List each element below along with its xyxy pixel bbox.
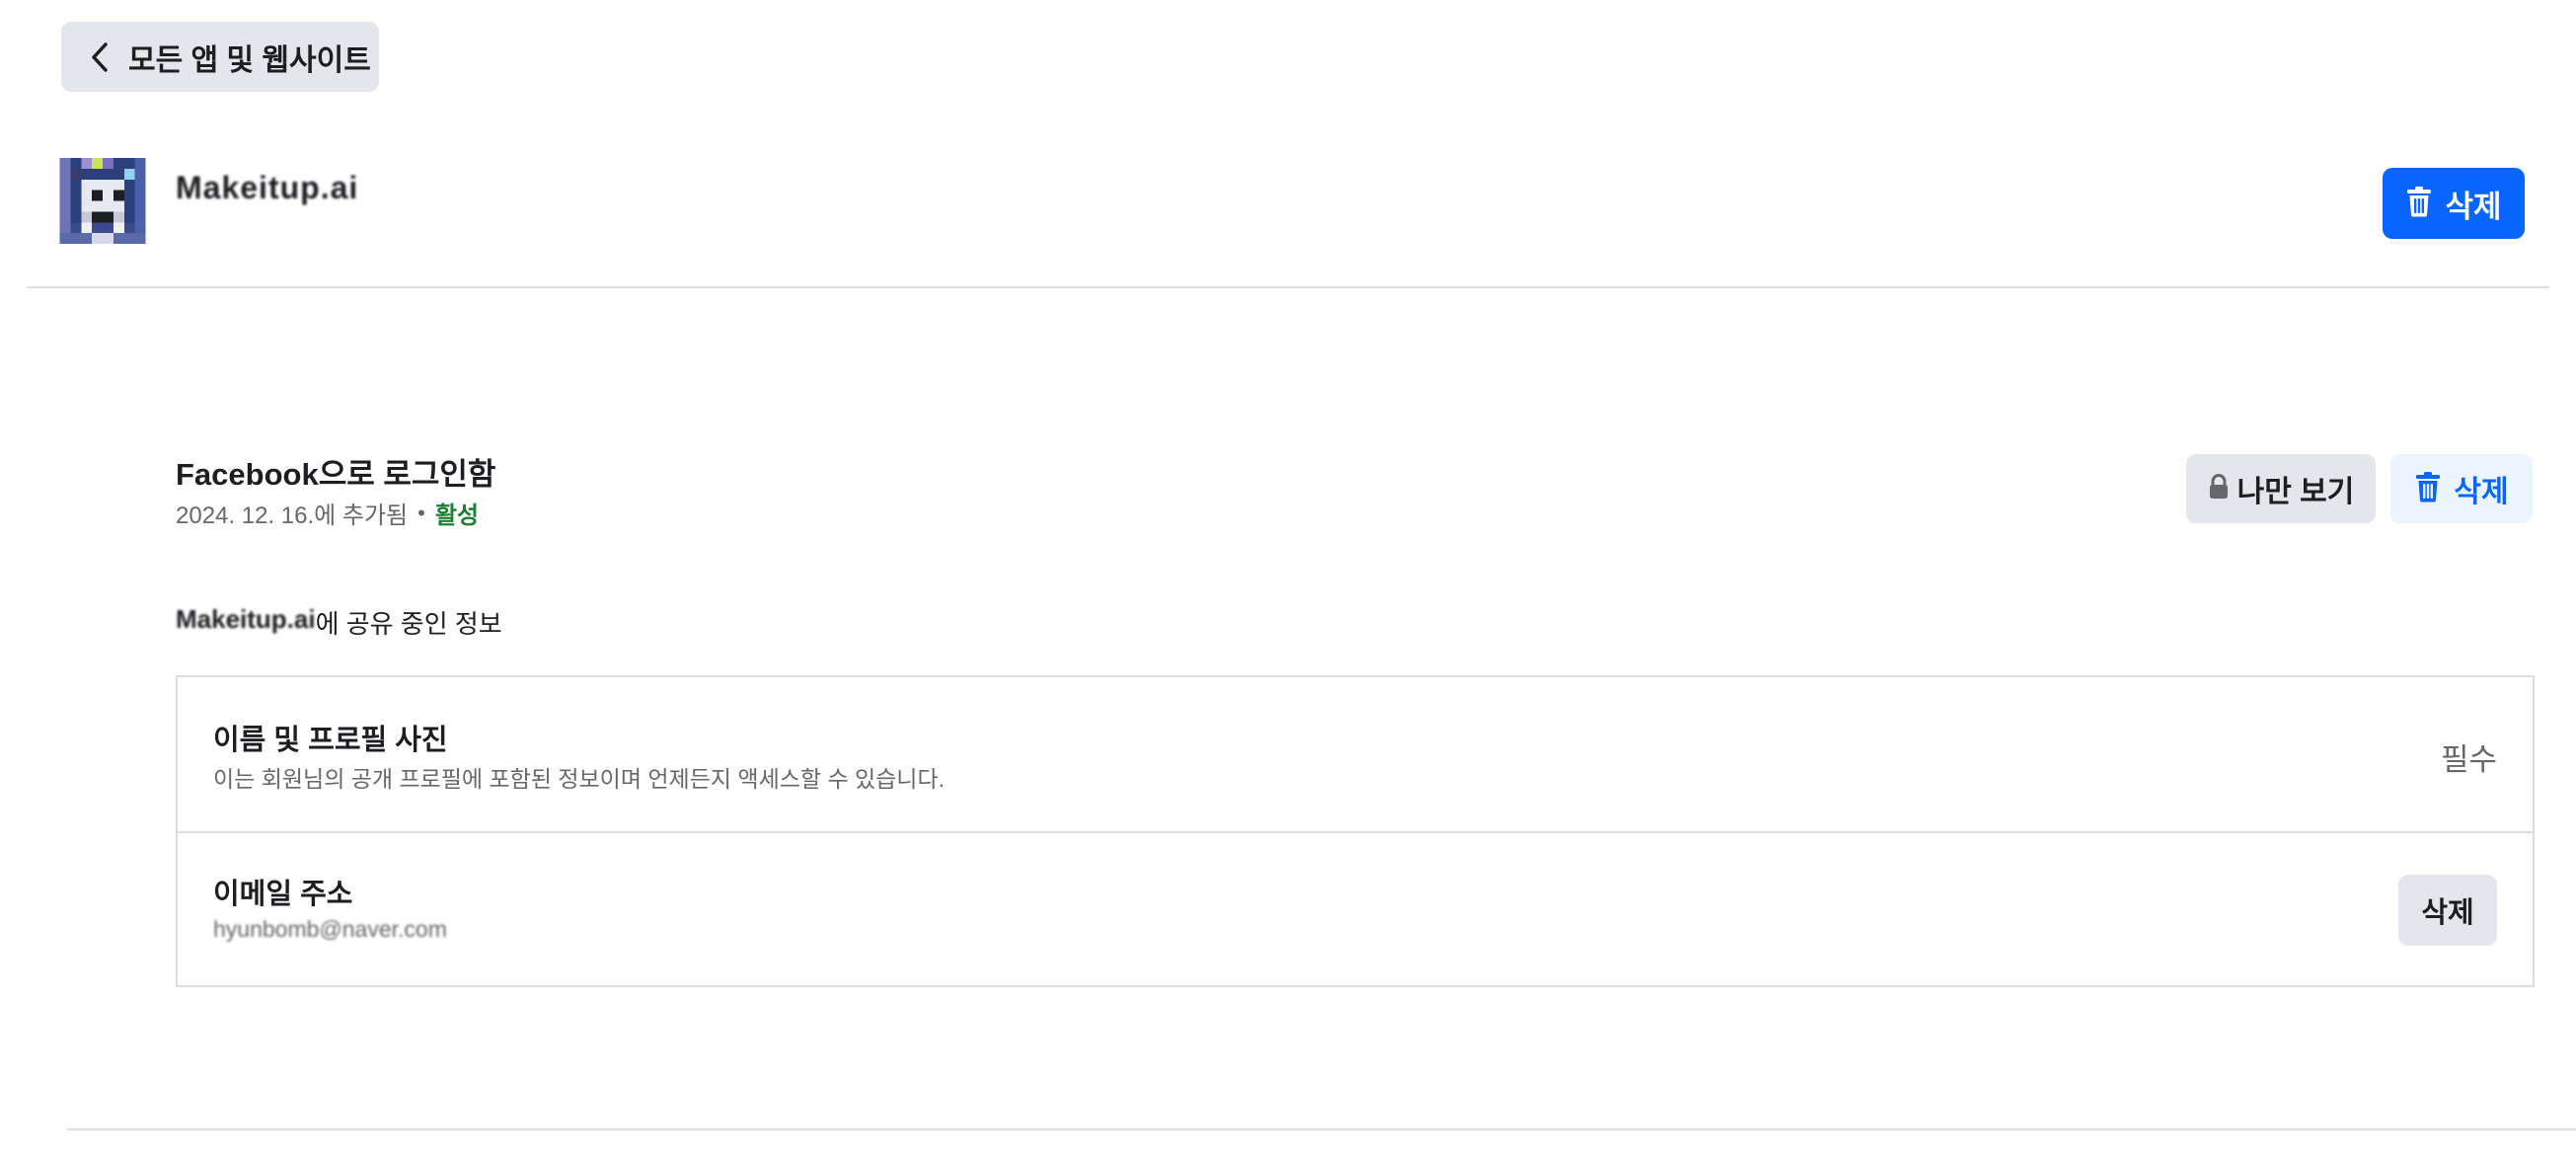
shared-app-name: Makeitup.ai bbox=[176, 604, 316, 634]
remove-app-button[interactable]: 삭제 bbox=[2383, 168, 2525, 239]
trash-icon bbox=[2405, 186, 2433, 222]
app-name: Makeitup.ai bbox=[176, 170, 359, 205]
login-meta: 2024. 12. 16.에 추가됨 • 활성 bbox=[176, 496, 479, 530]
shared-item-description: 이는 회원님의 공개 프로필에 포함된 정보이며 언제든지 액세스할 수 있습니… bbox=[213, 766, 946, 792]
shared-info-list: 이름 및 프로필 사진 이는 회원님의 공개 프로필에 포함된 정보이며 언제든… bbox=[176, 675, 2535, 987]
app-avatar bbox=[59, 158, 146, 244]
status-badge: 활성 bbox=[434, 502, 479, 529]
list-item: 이메일 주소 hyunbomb@naver.com 삭제 bbox=[178, 833, 2533, 987]
remove-email-button[interactable]: 삭제 bbox=[2398, 875, 2497, 946]
login-method-title: Facebook으로 로그인함 bbox=[176, 457, 496, 492]
required-label: 필수 bbox=[2440, 742, 2497, 777]
list-item: 이름 및 프로필 사진 이는 회원님의 공개 프로필에 포함된 정보이며 언제든… bbox=[178, 677, 2533, 833]
shared-item-description: hyunbomb@naver.com bbox=[213, 916, 447, 942]
header-divider bbox=[27, 286, 2549, 288]
chevron-left-icon bbox=[83, 40, 116, 74]
remove-app-label: 삭제 bbox=[2445, 189, 2502, 224]
remove-login-button[interactable]: 삭제 bbox=[2390, 454, 2533, 523]
shared-info-heading: Makeitup.ai 에 공유 중인 정보 bbox=[176, 604, 502, 641]
shared-heading-suffix: 에 공유 중인 정보 bbox=[315, 609, 502, 639]
trash-icon bbox=[2414, 471, 2442, 507]
shared-item-title: 이메일 주소 bbox=[213, 879, 353, 910]
visibility-button[interactable]: 나만 보기 bbox=[2186, 454, 2376, 523]
visibility-label: 나만 보기 bbox=[2236, 476, 2355, 508]
shared-item-title: 이름 및 프로필 사진 bbox=[213, 725, 448, 756]
added-date: 2024. 12. 16.에 추가됨 bbox=[176, 502, 409, 529]
back-to-all-apps-button[interactable]: 모든 앱 및 웹사이트 bbox=[61, 22, 379, 92]
meta-separator: • bbox=[417, 500, 425, 525]
remove-login-label: 삭제 bbox=[2454, 476, 2509, 508]
bottom-divider bbox=[67, 1128, 2576, 1130]
back-button-label: 모든 앱 및 웹사이트 bbox=[128, 43, 371, 77]
lock-icon bbox=[2208, 473, 2230, 504]
